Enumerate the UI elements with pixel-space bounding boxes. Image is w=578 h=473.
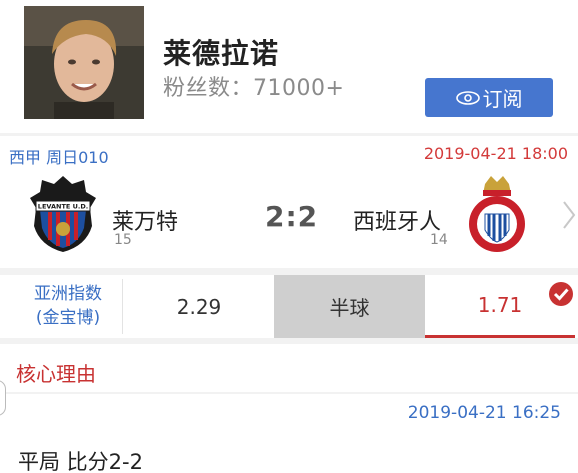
post-time: 2019-04-21 16:25 (407, 403, 561, 423)
subscribe-button[interactable]: 订阅 (425, 78, 553, 117)
svg-text:LEVANTE U.D.: LEVANTE U.D. (38, 203, 88, 211)
home-odds[interactable]: 2.29 (124, 275, 274, 338)
check-badge-icon (549, 282, 573, 306)
side-drag-handle[interactable] (0, 380, 6, 416)
subscribe-label: 订阅 (482, 87, 523, 111)
league-round: 西甲 周日010 (9, 148, 109, 167)
chevron-right-icon[interactable] (562, 200, 576, 230)
prediction-post: 2019-04-21 16:25 平局 比分2-2 (0, 394, 578, 473)
post-text: 平局 比分2-2 (18, 450, 143, 473)
odds-label-line1: 亚洲指数 (34, 284, 102, 304)
levante-logo-icon: LEVANTE U.D. (30, 176, 96, 252)
section-title: 核心理由 (16, 362, 96, 386)
author-header: 莱德拉诺 粉丝数：71000+ 订阅 (0, 0, 578, 133)
odds-row: 亚洲指数 (金宝博) 2.29 半球 1.71 (0, 275, 578, 338)
handicap-cell[interactable]: 半球 (274, 275, 425, 338)
odds-label: 亚洲指数 (金宝博) (14, 279, 123, 334)
match-datetime: 2019-04-21 18:00 (423, 144, 568, 163)
author-name: 莱德拉诺 (163, 37, 280, 70)
eye-icon (455, 90, 480, 105)
avatar[interactable] (24, 6, 144, 119)
match-score: 2:2 (265, 200, 319, 233)
espanyol-logo-icon (469, 176, 525, 252)
odds-label-line2: (金宝博) (35, 308, 101, 328)
match-card[interactable]: 西甲 周日010 2019-04-21 18:00 LEVANTE U.D. 莱… (0, 136, 578, 268)
fans-count: 粉丝数：71000+ (163, 76, 345, 101)
core-reason-section: 核心理由 (0, 344, 578, 392)
away-team-rank: 14 (430, 232, 448, 248)
away-team-name: 西班牙人 (353, 210, 442, 235)
home-team-rank: 15 (114, 232, 132, 248)
